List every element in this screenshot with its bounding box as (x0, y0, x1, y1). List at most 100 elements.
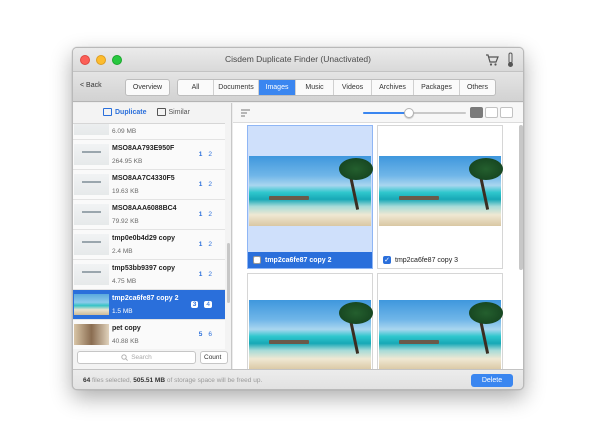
list-item-selected[interactable]: tmp2ca6fe87 copy 2 1.5 MB 34 (73, 290, 225, 320)
tab-documents[interactable]: Documents (214, 80, 259, 95)
item-counts: 12 (199, 181, 212, 188)
duplicate-tab[interactable]: Duplicate (103, 108, 147, 116)
item-size: 40.88 KB (112, 338, 139, 345)
back-button[interactable]: < Back (80, 82, 102, 89)
item-name: MSO8AA793E950F (112, 145, 175, 152)
preview-toolbar (233, 103, 523, 123)
list-item[interactable]: MSO8AA793E950F 264.95 KB 12 (73, 140, 225, 170)
mode-segment: Duplicate Similar (103, 108, 190, 116)
item-size: 79.92 KB (112, 218, 139, 225)
freed-text: of storage space will be freed up. (166, 377, 263, 384)
column-view-icon[interactable] (485, 107, 498, 118)
list-view-icon[interactable] (500, 107, 513, 118)
item-name: MSO8AA7C4330F5 (112, 175, 175, 182)
overwater-huts (399, 196, 439, 200)
item-size: 264.95 KB (112, 158, 143, 165)
count-a: 1 (198, 181, 203, 188)
sort-icon[interactable] (241, 109, 250, 117)
file-thumbnail (74, 124, 109, 135)
tab-music[interactable]: Music (296, 80, 334, 95)
file-name: tmp2ca6fe87 copy 3 (395, 256, 459, 264)
tab-videos[interactable]: Videos (334, 80, 372, 95)
image-card[interactable] (247, 273, 373, 369)
view-mode-switch (470, 107, 513, 118)
overwater-huts (269, 196, 309, 200)
beach-image (379, 300, 503, 369)
count-b: 2 (208, 151, 212, 158)
tab-images[interactable]: Images (259, 80, 296, 95)
duplicate-list: 6.09 MB MSO8AA793E950F 264.95 KB 12 MSO8… (73, 123, 225, 349)
item-name: MSO8AAA6088BC4 (112, 205, 177, 212)
item-size: 19.63 KB (112, 188, 139, 195)
beach-image (379, 156, 503, 226)
selected-count: 64 (83, 377, 91, 384)
zoom-slider[interactable] (363, 108, 466, 118)
image-card[interactable]: ✓ tmp2ca6fe87 copy 3 (377, 125, 503, 269)
image-card[interactable]: tmp2ca6fe87 copy 2 (247, 125, 373, 269)
list-item[interactable]: tmp53bb9397 copy 4.75 MB 12 (73, 260, 225, 290)
item-counts: 12 (199, 241, 212, 248)
image-card[interactable] (377, 273, 503, 369)
grid-view-icon[interactable] (470, 107, 483, 118)
count-a: 3 (190, 301, 199, 308)
count-b: 4 (204, 301, 212, 308)
palm-leaves (469, 158, 503, 180)
search-field[interactable]: Search (77, 351, 196, 364)
slider-knob[interactable] (404, 108, 415, 118)
item-name: tmp2ca6fe87 copy 2 (112, 295, 179, 302)
item-counts: 12 (199, 271, 212, 278)
similar-label: Similar (168, 108, 190, 116)
preview-scrollbar[interactable] (519, 125, 523, 365)
item-size: 1.5 MB (112, 308, 133, 315)
status-text: 64 files selected, 505.51 MB of storage … (83, 377, 262, 384)
select-checkbox[interactable] (253, 256, 261, 264)
tab-packages[interactable]: Packages (414, 80, 460, 95)
image-grid: tmp2ca6fe87 copy 2 ✓ tmp2ca6fe87 copy 3 (247, 125, 513, 369)
duplicate-icon (103, 108, 112, 116)
toolbar: < Back Overview All Documents Images Mus… (73, 72, 523, 102)
scrollbar-thumb[interactable] (227, 243, 230, 303)
list-item[interactable]: tmp0e0b4d29 copy 2.4 MB 12 (73, 230, 225, 260)
image-thumbnail (74, 294, 109, 315)
file-thumbnail (74, 144, 109, 165)
overwater-huts (399, 340, 439, 344)
tab-others[interactable]: Others (460, 80, 495, 95)
delete-button[interactable]: Delete (471, 374, 513, 387)
palm-leaves (469, 302, 503, 324)
palm-leaves (339, 302, 373, 324)
search-icon (121, 354, 129, 361)
item-size: 6.09 MB (112, 128, 137, 135)
cart-icon[interactable] (485, 53, 499, 67)
beach-image (249, 156, 373, 226)
list-item[interactable]: MSO8AA7C4330F5 19.63 KB 12 (73, 170, 225, 200)
sort-select[interactable]: Count (200, 351, 228, 364)
file-thumbnail (74, 204, 109, 225)
files-selected-text: files selected, (92, 377, 132, 384)
tab-all[interactable]: All (178, 80, 214, 95)
count-a: 1 (198, 151, 203, 158)
scrollbar-thumb[interactable] (519, 125, 523, 270)
item-size: 4.75 MB (112, 278, 137, 285)
similar-tab[interactable]: Similar (156, 108, 190, 116)
overview-button[interactable]: Overview (125, 79, 170, 96)
count-b: 2 (208, 241, 212, 248)
item-counts: 34 (190, 301, 212, 308)
count-a: 1 (198, 211, 203, 218)
list-item[interactable]: MSO8AAA6088BC4 79.92 KB 12 (73, 200, 225, 230)
card-caption: ✓ tmp2ca6fe87 copy 3 (378, 252, 502, 268)
item-name: tmp0e0b4d29 copy (112, 235, 176, 242)
title-bar: Cisdem Duplicate Finder (Unactivated) (73, 48, 523, 72)
count-b: 6 (208, 331, 212, 338)
overwater-huts (269, 340, 309, 344)
select-checkbox-checked[interactable]: ✓ (383, 256, 391, 264)
window-title: Cisdem Duplicate Finder (Unactivated) (225, 54, 371, 64)
count-b: 2 (208, 271, 212, 278)
list-item[interactable]: pet copy 40.88 KB 56 (73, 320, 225, 349)
sidebar-scrollbar[interactable] (226, 123, 231, 349)
list-item[interactable]: 6.09 MB (73, 124, 225, 140)
item-name: tmp53bb9397 copy (112, 265, 176, 272)
item-counts: 12 (199, 211, 212, 218)
thermometer-icon[interactable] (506, 52, 515, 68)
tab-archives[interactable]: Archives (372, 80, 414, 95)
image-thumbnail (74, 324, 109, 345)
